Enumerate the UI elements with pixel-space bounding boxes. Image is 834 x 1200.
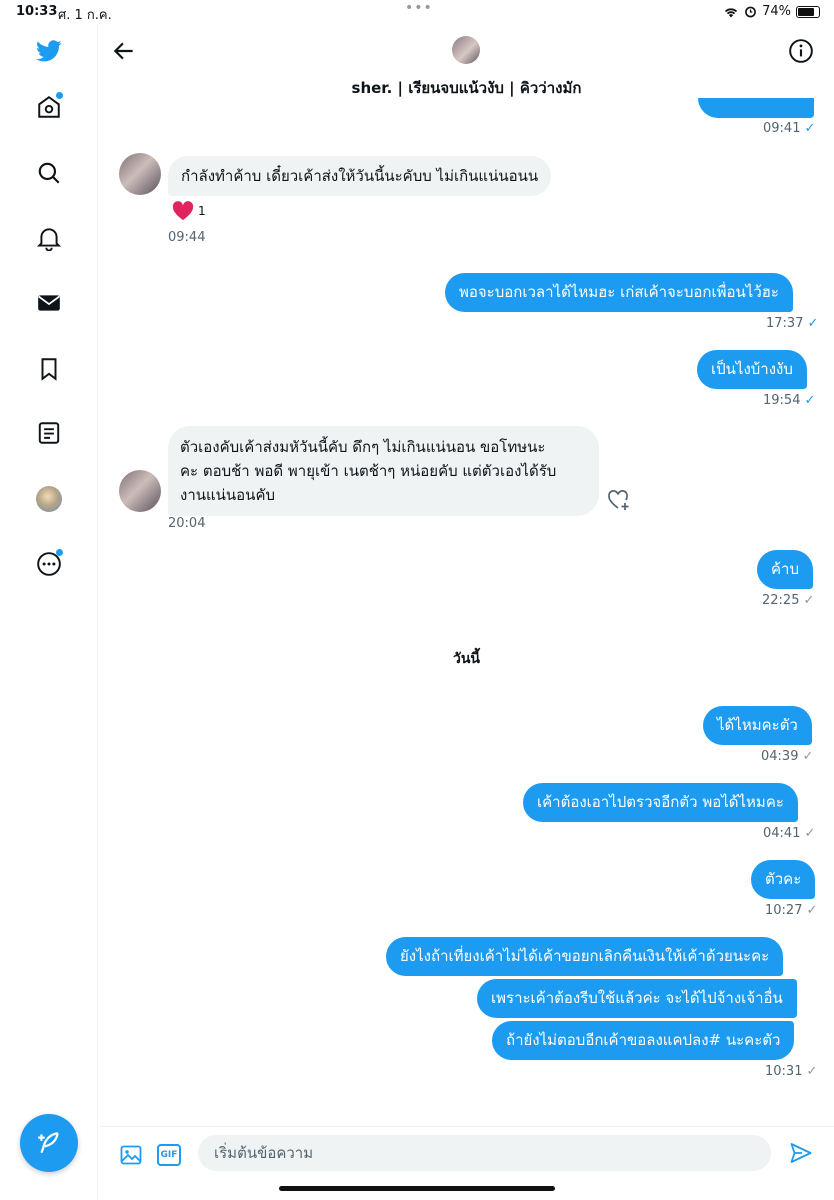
message-timestamp: 10:27 ✓ (765, 903, 818, 918)
message-bubble[interactable]: ยังไงถ้าเที่ยงเค้าไม่ได้เค้าขอยกเลิกคืนเ… (386, 937, 784, 976)
sent-check-icon: ✓ (804, 121, 816, 136)
battery-icon (796, 5, 820, 18)
conversation-avatar[interactable] (452, 36, 480, 64)
sender-avatar[interactable] (119, 153, 161, 195)
home-indicator[interactable] (279, 1186, 555, 1191)
message-input[interactable]: เริ่มต้นข้อความ (198, 1135, 771, 1171)
sidebar-nav (0, 24, 98, 1200)
heart-reaction-icon (172, 201, 194, 221)
conversation-title[interactable]: sher. | เรียนจบแน้วงับ | คิวว่างมัก (99, 76, 834, 100)
status-bar: 10:33 ศ. 1 ก.ค. ••• 74% (0, 0, 834, 24)
twitter-logo-icon[interactable] (34, 36, 64, 66)
message-bubble[interactable]: พอจะบอกเวลาได้ไหมฮะ เก่สเค้าจะบอกเพื่อนไ… (445, 273, 793, 312)
profile-avatar-icon[interactable] (34, 484, 64, 514)
conversation-header: sher. | เรียนจบแน้วงับ | คิวว่างมัก (99, 24, 834, 102)
gif-button[interactable]: GIF (157, 1144, 181, 1166)
alarm-icon (745, 6, 756, 18)
message-timestamp: 09:41 ✓ (763, 121, 816, 136)
home-icon[interactable] (34, 92, 64, 122)
message-bubble[interactable]: ถ้ายังไม่ตอบอีกเค้าขอลงแคปลง# นะคะตัว (492, 1021, 795, 1060)
sent-check-icon: ✓ (807, 316, 819, 331)
sent-check-icon: ✓ (804, 826, 816, 841)
message-bubble[interactable]: เพราะเค้าต้องรีบใช้แล้วค่ะ จะได้ไปจ้างเจ… (477, 979, 797, 1018)
message-bubble[interactable]: เค้าต้องเอาไปตรวจอีกตัว พอได้ไหมคะ (523, 783, 798, 822)
home-notification-dot (56, 92, 63, 99)
message-timestamp: 04:39 ✓ (761, 749, 814, 764)
add-reaction-icon[interactable] (607, 488, 631, 512)
sender-avatar[interactable] (119, 470, 161, 512)
message-bubble[interactable]: ตัวเองคับเค้าส่งมหัวันนี้คับ ดึกๆ ไม่เกิ… (168, 426, 599, 516)
status-right: 74% (723, 4, 820, 19)
status-time: 10:33 (16, 4, 58, 19)
message-bubble[interactable]: ได้ไหมคะตัว (703, 706, 812, 745)
compose-feather-icon (38, 1132, 59, 1154)
multitasking-dots-icon[interactable]: ••• (405, 0, 433, 16)
message-timestamp: 19:54 ✓ (763, 393, 816, 408)
message-timestamp: 20:04 (168, 516, 206, 531)
sent-check-icon: ✓ (806, 903, 818, 918)
message-timestamp: 17:37 ✓ (766, 316, 819, 331)
message-line: คะ ตอบช้า พอดี พายุเข้า เนตช้าๆ หน่อยคับ… (180, 462, 557, 480)
compose-tweet-button[interactable] (20, 1114, 78, 1172)
explore-search-icon[interactable] (34, 158, 64, 188)
message-timestamp: 10:31 ✓ (765, 1064, 818, 1079)
messages-envelope-icon[interactable] (34, 288, 64, 318)
message-timestamp: 04:41 ✓ (763, 826, 816, 841)
message-bubble[interactable]: กำลังทำค้าบ เดี๋ยวเค้าส่งให้วันนี้นะคับบ… (168, 156, 552, 196)
send-icon[interactable] (789, 1141, 813, 1165)
info-icon[interactable] (788, 38, 814, 64)
notifications-bell-icon[interactable] (34, 223, 64, 253)
sent-check-icon: ✓ (802, 749, 814, 764)
message-line: งานแน่นอนคับ (180, 486, 275, 504)
battery-percent: 74% (762, 4, 791, 19)
reaction-badge[interactable]: 1 (172, 201, 206, 221)
back-arrow-icon[interactable] (111, 38, 137, 64)
message-bubble[interactable]: ตัวคะ (751, 860, 816, 899)
wifi-icon (724, 7, 738, 17)
message-bubble[interactable]: เป็นไงบ้างงับ (697, 350, 807, 389)
bookmarks-icon[interactable] (34, 354, 64, 384)
message-line: ตัวเองคับเค้าส่งมหัวันนี้คับ ดึกๆ ไม่เกิ… (180, 438, 546, 456)
add-image-icon[interactable] (119, 1143, 143, 1167)
lists-icon[interactable] (34, 418, 64, 448)
message-timestamp: 22:25 ✓ (762, 593, 815, 608)
sent-check-icon: ✓ (806, 1064, 818, 1079)
more-notification-dot (56, 549, 63, 556)
sent-check-icon: ✓ (803, 593, 815, 608)
message-bubble[interactable]: ค้าบ (757, 550, 813, 589)
more-options-icon[interactable] (34, 549, 64, 579)
day-divider: วันนี้ (452, 651, 480, 667)
status-date: ศ. 1 ก.ค. (58, 8, 112, 23)
message-bubble-cropped[interactable] (698, 98, 814, 118)
message-timestamp: 09:44 (168, 230, 206, 245)
sent-check-icon: ✓ (804, 393, 816, 408)
reaction-count: 1 (198, 204, 206, 218)
